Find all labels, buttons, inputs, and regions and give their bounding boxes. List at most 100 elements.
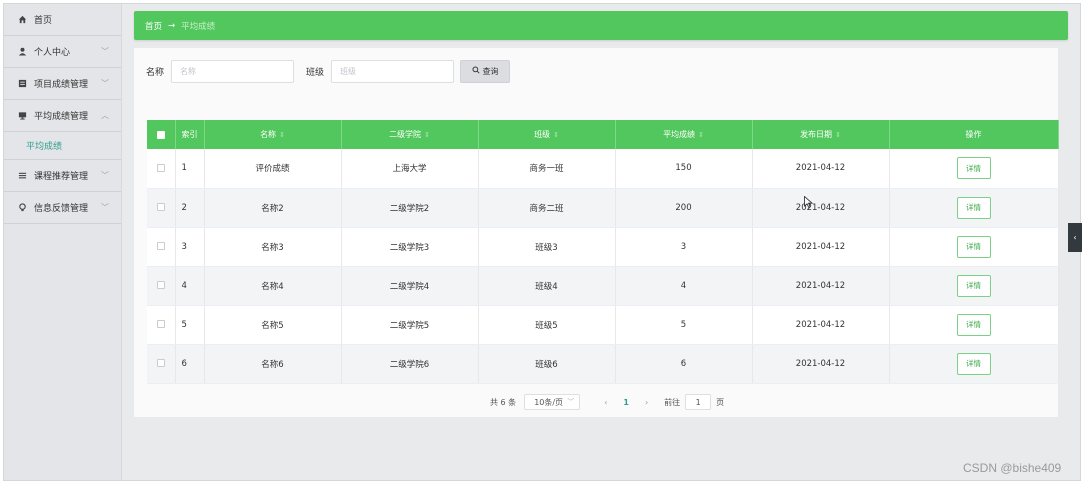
row-checkbox[interactable] <box>156 281 165 289</box>
page-size-select[interactable]: 10条/页 ﹀ <box>524 394 581 410</box>
cell-actions: 详情 <box>889 305 1059 345</box>
cell-class: 班级4 <box>478 266 616 306</box>
sort-icon[interactable]: ⇕ <box>835 131 841 139</box>
sidebar-item-project-scores[interactable]: 项目成绩管理 ﹀ <box>4 68 121 100</box>
cell-index: 4 <box>175 266 205 306</box>
cell-name: 名称6 <box>204 344 342 384</box>
sort-icon[interactable]: ⇕ <box>698 131 704 139</box>
prev-page-button[interactable]: ‹ <box>604 398 607 407</box>
chevron-down-icon: ﹀ <box>101 171 109 180</box>
header-score-label: 平均成绩 <box>663 130 696 139</box>
header-date-label: 发布日期 <box>800 130 833 139</box>
detail-button[interactable]: 详情 <box>956 235 991 258</box>
detail-button[interactable]: 详情 <box>956 313 991 336</box>
sort-icon[interactable]: ⇕ <box>553 131 559 139</box>
row-select-cell <box>147 227 176 267</box>
sidebar-item-average-scores[interactable]: 平均成绩管理 ︿ <box>4 100 121 132</box>
row-checkbox[interactable] <box>156 163 165 172</box>
goto-page-input[interactable] <box>685 394 712 410</box>
main-content: 首页 → 平均成绩 名称 班级 查询 <box>134 11 1068 417</box>
cell-class: 班级5 <box>478 305 616 345</box>
app-frame: 首页 个人中心 ﹀ 项目成绩管理 ﹀ 平均成绩管理 ︿ 平均成绩 课程推荐管理 … <box>3 3 1082 481</box>
cell-index: 3 <box>175 227 205 267</box>
page-number-current[interactable]: 1 <box>623 398 629 407</box>
sidebar-item-label: 课程推荐管理 <box>34 172 89 182</box>
cell-score: 6 <box>615 344 753 384</box>
table-row: 5 名称5 二级学院5 班级5 5 2021-04-12 详情 <box>147 305 1059 345</box>
goto-label: 前往 <box>664 397 681 407</box>
table-header-row: 索引 名称 ⇕ 二级学院 ⇕ 班级 ⇕ 平均成绩 ⇕ 发布日期 ⇕ 操作 <box>147 120 1059 149</box>
sidebar-subitem-average-score[interactable]: 平均成绩 <box>4 132 121 160</box>
row-checkbox[interactable] <box>156 320 165 328</box>
cell-date: 2021-04-12 <box>752 227 890 267</box>
cell-class: 商务一班 <box>478 149 616 189</box>
chevron-up-icon: ︿ <box>101 111 109 120</box>
detail-button[interactable]: 详情 <box>956 352 991 375</box>
breadcrumb: 首页 → 平均成绩 <box>134 11 1068 40</box>
header-actions: 操作 <box>889 120 1059 149</box>
sidebar-item-feedback[interactable]: 信息反馈管理 ﹀ <box>4 192 121 224</box>
cell-name: 名称2 <box>204 188 342 228</box>
header-class[interactable]: 班级 ⇕ <box>478 120 616 149</box>
next-page-button[interactable]: › <box>645 398 648 407</box>
row-checkbox[interactable] <box>156 359 165 367</box>
chevron-down-icon: ﹀ <box>101 47 109 56</box>
cell-actions: 详情 <box>889 266 1059 306</box>
monitor-icon <box>16 111 28 120</box>
cell-actions: 详情 <box>889 149 1059 189</box>
search-button[interactable]: 查询 <box>460 59 511 83</box>
sidebar-item-home[interactable]: 首页 <box>4 4 121 36</box>
menu-icon <box>16 171 28 180</box>
sidebar-item-label: 平均成绩管理 <box>34 112 89 122</box>
header-college[interactable]: 二级学院 ⇕ <box>341 120 479 149</box>
user-icon <box>16 47 28 56</box>
select-all-checkbox[interactable] <box>156 130 165 139</box>
cell-name: 名称5 <box>204 305 342 345</box>
collapse-panel-tab[interactable]: ‹ <box>1068 223 1082 252</box>
detail-button[interactable]: 详情 <box>956 196 991 219</box>
sort-icon[interactable]: ⇕ <box>424 131 430 139</box>
header-college-label: 二级学院 <box>389 130 422 139</box>
row-checkbox[interactable] <box>156 203 165 211</box>
class-search-input[interactable] <box>331 59 455 83</box>
cell-score: 3 <box>615 227 753 267</box>
cell-score: 5 <box>615 305 753 345</box>
header-date[interactable]: 发布日期 ⇕ <box>752 120 890 149</box>
page-size-value: 10条/页 <box>534 397 564 407</box>
cell-name: 名称3 <box>204 227 342 267</box>
cell-name: 名称4 <box>204 266 342 306</box>
search-button-label: 查询 <box>482 66 499 76</box>
breadcrumb-current: 平均成绩 <box>181 21 216 32</box>
name-label: 名称 <box>146 67 165 78</box>
select-all-header[interactable] <box>147 120 176 149</box>
cell-college: 二级学院5 <box>341 305 479 345</box>
list-icon <box>16 79 28 88</box>
name-search-input[interactable] <box>171 59 295 83</box>
search-bar: 名称 班级 查询 <box>146 59 511 83</box>
breadcrumb-home[interactable]: 首页 <box>145 20 162 32</box>
cell-class: 班级3 <box>478 227 616 267</box>
pagination: 共 6 条 10条/页 ﹀ ‹ 1 › 前往 页 <box>490 394 724 410</box>
detail-button[interactable]: 详情 <box>956 157 991 180</box>
cell-actions: 详情 <box>889 188 1059 228</box>
table-row: 2 名称2 二级学院2 商务二班 200 2021-04-12 详情 <box>147 188 1059 228</box>
table-row: 4 名称4 二级学院4 班级4 4 2021-04-12 详情 <box>147 266 1059 306</box>
breadcrumb-arrow: → <box>168 20 176 31</box>
header-name[interactable]: 名称 ⇕ <box>204 120 342 149</box>
detail-button[interactable]: 详情 <box>956 274 991 297</box>
sort-icon[interactable]: ⇕ <box>279 131 285 139</box>
sidebar-item-personal-center[interactable]: 个人中心 ﹀ <box>4 36 121 68</box>
search-icon <box>472 66 480 76</box>
cell-score: 4 <box>615 266 753 306</box>
sidebar-item-course-recommend[interactable]: 课程推荐管理 ﹀ <box>4 160 121 192</box>
row-checkbox[interactable] <box>156 242 165 250</box>
cell-index: 5 <box>175 305 205 345</box>
cell-class: 班级6 <box>478 344 616 384</box>
header-name-label: 名称 <box>260 130 277 139</box>
header-score[interactable]: 平均成绩 ⇕ <box>615 120 753 149</box>
sidebar-item-label: 信息反馈管理 <box>34 204 89 214</box>
cell-date: 2021-04-12 <box>752 188 890 228</box>
row-select-cell <box>147 266 176 306</box>
row-select-cell <box>147 344 176 384</box>
chevron-left-icon: ‹ <box>1073 233 1077 242</box>
